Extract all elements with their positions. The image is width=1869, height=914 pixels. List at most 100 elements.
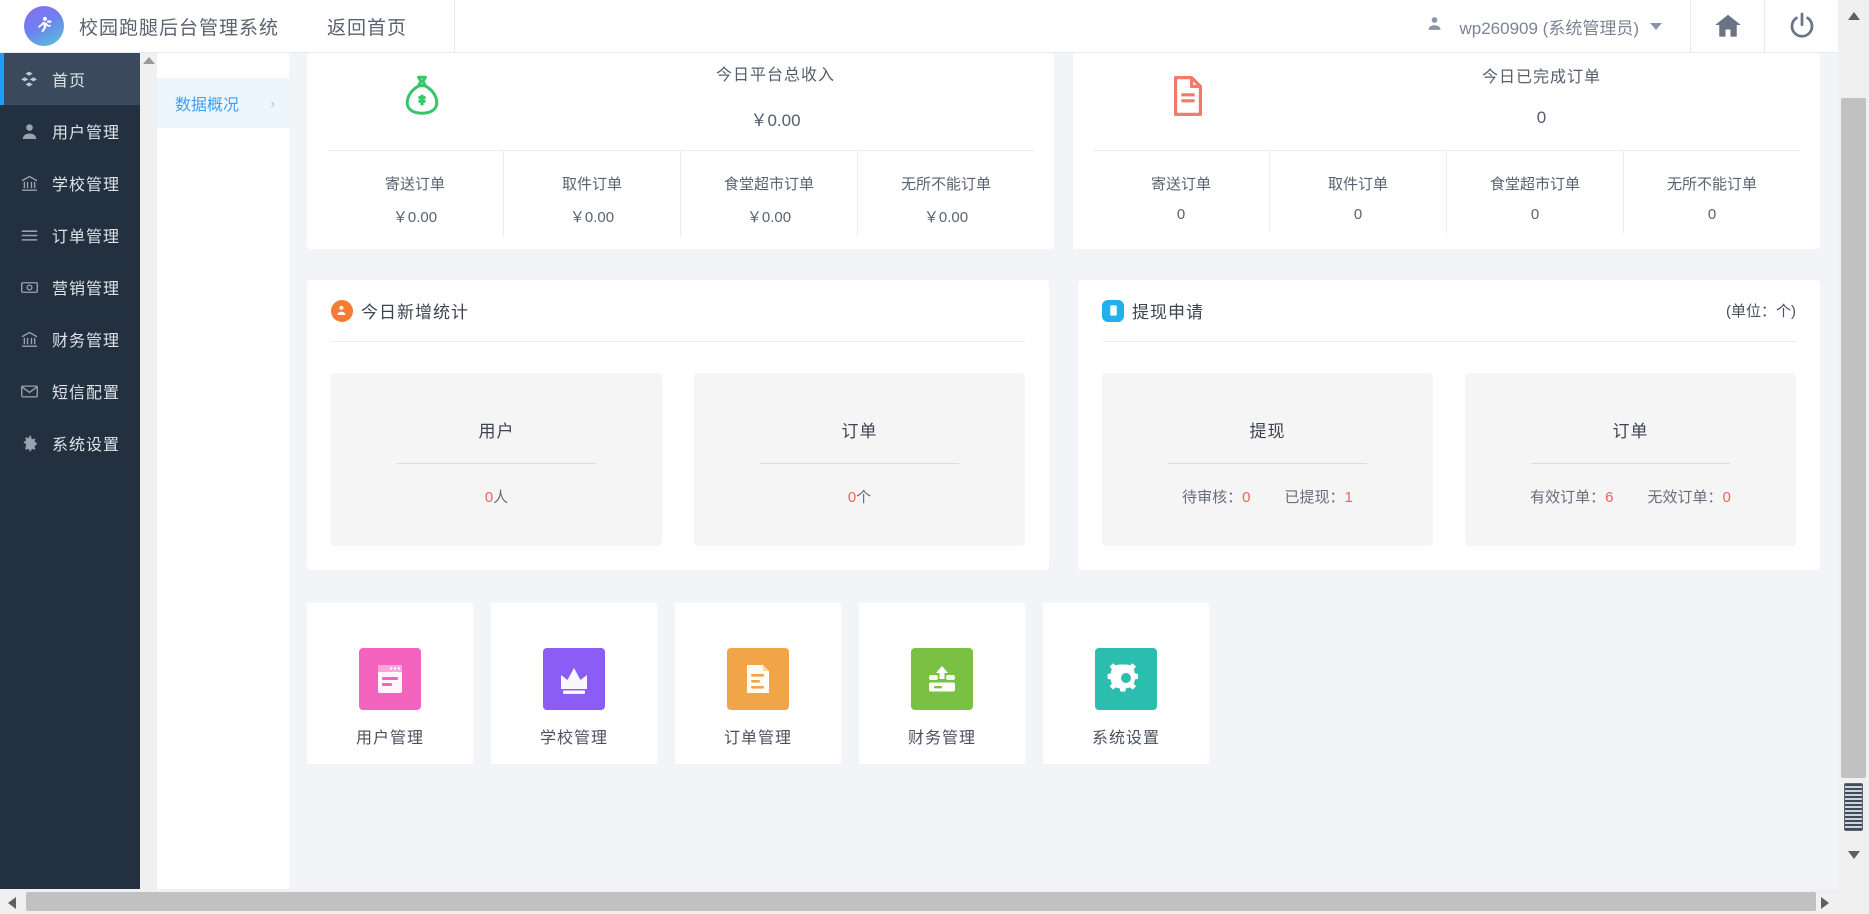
stat-col-label: 寄送订单 <box>384 176 445 193</box>
sidebar-item-user-management[interactable]: 用户管理 <box>0 105 140 157</box>
stat-box-stats: 有效订单：6 无效订单：0 <box>1530 486 1731 507</box>
user-card-icon <box>359 648 421 710</box>
stat-col: 寄送订单 0 <box>1093 151 1270 233</box>
sidebar-item-school-management[interactable]: 学校管理 <box>0 157 140 209</box>
stat-col-value: ￥0.00 <box>392 209 438 226</box>
stat-box-users: 用户 0人 <box>331 373 662 546</box>
shortcuts-row: 用户管理 学校管理 订单管理 财务管理 系统设置 <box>289 570 1838 764</box>
shortcut-system-settings[interactable]: 系统设置 <box>1043 603 1209 764</box>
scroll-left-arrow-icon[interactable] <box>8 897 16 909</box>
sidebar-item-label: 营销管理 <box>52 281 121 298</box>
panel-title: 今日新增统计 <box>361 303 469 322</box>
submenu-scroll-track[interactable] <box>140 53 157 889</box>
stat-value: 0 <box>1722 489 1731 506</box>
stat-col-label: 无所不能订单 <box>1666 176 1757 193</box>
stat-card-breakdown: 寄送订单 ￥0.00 取件订单 ￥0.00 食堂超市订单 ￥0.00 无所不能订… <box>327 151 1034 237</box>
sidebar-item-label: 学校管理 <box>52 177 121 194</box>
return-home-link[interactable]: 返回首页 <box>327 13 407 40</box>
stat-col-value: ￥0.00 <box>569 209 615 226</box>
sidebar-item-system-settings[interactable]: 系统设置 <box>0 417 140 469</box>
stat-label: 待审核： <box>1182 489 1243 506</box>
sidebar-item-home[interactable]: 首页 <box>0 53 140 105</box>
scroll-right-arrow-icon[interactable] <box>1821 897 1829 909</box>
stat-entry: 有效订单：6 <box>1530 486 1613 507</box>
stat-col-label: 取件订单 <box>1327 176 1388 193</box>
shortcut-user-management[interactable]: 用户管理 <box>307 603 473 764</box>
stat-value: 0 <box>1242 489 1251 506</box>
submenu-panel: 数据概况 › <box>157 53 289 889</box>
stat-value: 0 <box>484 489 494 506</box>
sidebar-item-label: 首页 <box>52 73 87 90</box>
power-icon <box>1790 12 1813 38</box>
vertical-scrollbar-thumb[interactable] <box>1841 98 1866 778</box>
home-icon <box>1714 14 1741 37</box>
sidebar-item-label: 用户管理 <box>52 125 121 142</box>
shortcut-school-management[interactable]: 学校管理 <box>491 603 657 764</box>
stat-box-orders: 订单 0个 <box>694 373 1025 546</box>
divider <box>397 463 596 464</box>
header-divider <box>454 0 456 53</box>
shortcut-label: 系统设置 <box>1091 730 1160 747</box>
horizontal-scrollbar-thumb[interactable] <box>26 892 1816 911</box>
scroll-up-arrow-icon[interactable] <box>143 57 155 64</box>
sidebar-item-label: 订单管理 <box>52 229 121 246</box>
vertical-scrollbar[interactable] <box>1838 0 1869 889</box>
panels-row: 今日新增统计 用户 0人 订单 0个 提现申请 (单位：个) 提现 待审核：0 … <box>289 249 1838 570</box>
stat-col-label: 取件订单 <box>561 176 622 193</box>
stat-box-title: 订单 <box>1612 422 1649 441</box>
stat-card-summary: 今日已完成订单 0 <box>1283 63 1800 128</box>
envelope-icon <box>14 382 44 401</box>
user-avatar-icon <box>1426 15 1443 37</box>
list-icon <box>14 226 44 245</box>
shortcut-order-management[interactable]: 订单管理 <box>675 603 841 764</box>
divider <box>1168 463 1367 464</box>
stat-col: 食堂超市订单 ￥0.00 <box>681 151 858 237</box>
scrollbar-grip-icon[interactable] <box>1844 783 1863 831</box>
stat-col: 取件订单 0 <box>1270 151 1447 233</box>
stat-card-breakdown: 寄送订单 0 取件订单 0 食堂超市订单 0 无所不能订单 0 <box>1093 151 1800 233</box>
stat-entry: 已提现：1 <box>1285 486 1353 507</box>
stat-col-label: 寄送订单 <box>1150 176 1211 193</box>
sidebar-item-label: 财务管理 <box>52 333 121 350</box>
cubes-icon <box>14 70 44 89</box>
order-doc-icon <box>727 648 789 710</box>
user-menu[interactable]: wp260909 (系统管理员) <box>1426 14 1662 39</box>
scroll-up-arrow-icon[interactable] <box>1848 12 1860 20</box>
panel-title: 提现申请 <box>1132 303 1204 322</box>
stat-col-value: ￥0.00 <box>746 209 792 226</box>
stat-box-title: 订单 <box>841 422 878 441</box>
stat-col-value: 0 <box>1353 206 1363 223</box>
horizontal-scrollbar[interactable] <box>0 889 1869 914</box>
brand: 校园跑腿后台管理系统 返回首页 <box>0 6 407 46</box>
stat-card-header: 今日平台总收入 ￥0.00 <box>327 53 1034 130</box>
stat-box-title: 提现 <box>1249 422 1286 441</box>
user-add-icon <box>331 299 353 322</box>
divider <box>1531 463 1730 464</box>
submenu-item-data-overview[interactable]: 数据概况 › <box>157 78 289 128</box>
stat-suffix: 人 <box>493 489 509 506</box>
home-button[interactable] <box>1690 0 1764 53</box>
sidebar-item-marketing-management[interactable]: 营销管理 <box>0 261 140 313</box>
sidebar-item-label: 系统设置 <box>52 437 121 454</box>
stat-value: 0 <box>847 489 857 506</box>
stat-value: 6 <box>1605 489 1614 506</box>
shortcut-finance-management[interactable]: 财务管理 <box>859 603 1025 764</box>
stat-col-value: 0 <box>1707 206 1717 223</box>
stat-box-withdraw: 提现 待审核：0 已提现：1 <box>1102 373 1433 546</box>
crown-icon <box>543 648 605 710</box>
sidebar-nav: 首页 用户管理 学校管理 订单管理 营销管理 财务管理 短信配置 系统设置 <box>0 53 140 889</box>
logout-button[interactable] <box>1764 0 1838 53</box>
sidebar-item-label: 短信配置 <box>52 385 121 402</box>
scroll-down-arrow-icon[interactable] <box>1848 851 1860 859</box>
shortcut-label: 用户管理 <box>355 730 424 747</box>
sidebar-item-sms-config[interactable]: 短信配置 <box>0 365 140 417</box>
sidebar-item-order-management[interactable]: 订单管理 <box>0 209 140 261</box>
divider <box>760 463 959 464</box>
panel-header: 提现申请 (单位：个) <box>1102 298 1796 342</box>
stat-col-label: 食堂超市订单 <box>723 176 814 193</box>
stat-card-summary: 今日平台总收入 ￥0.00 <box>517 61 1034 131</box>
stat-card-value: 0 <box>1536 108 1547 127</box>
stat-card-title: 今日已完成订单 <box>1481 69 1601 86</box>
panel-header: 今日新增统计 <box>331 298 1025 342</box>
sidebar-item-finance-management[interactable]: 财务管理 <box>0 313 140 365</box>
